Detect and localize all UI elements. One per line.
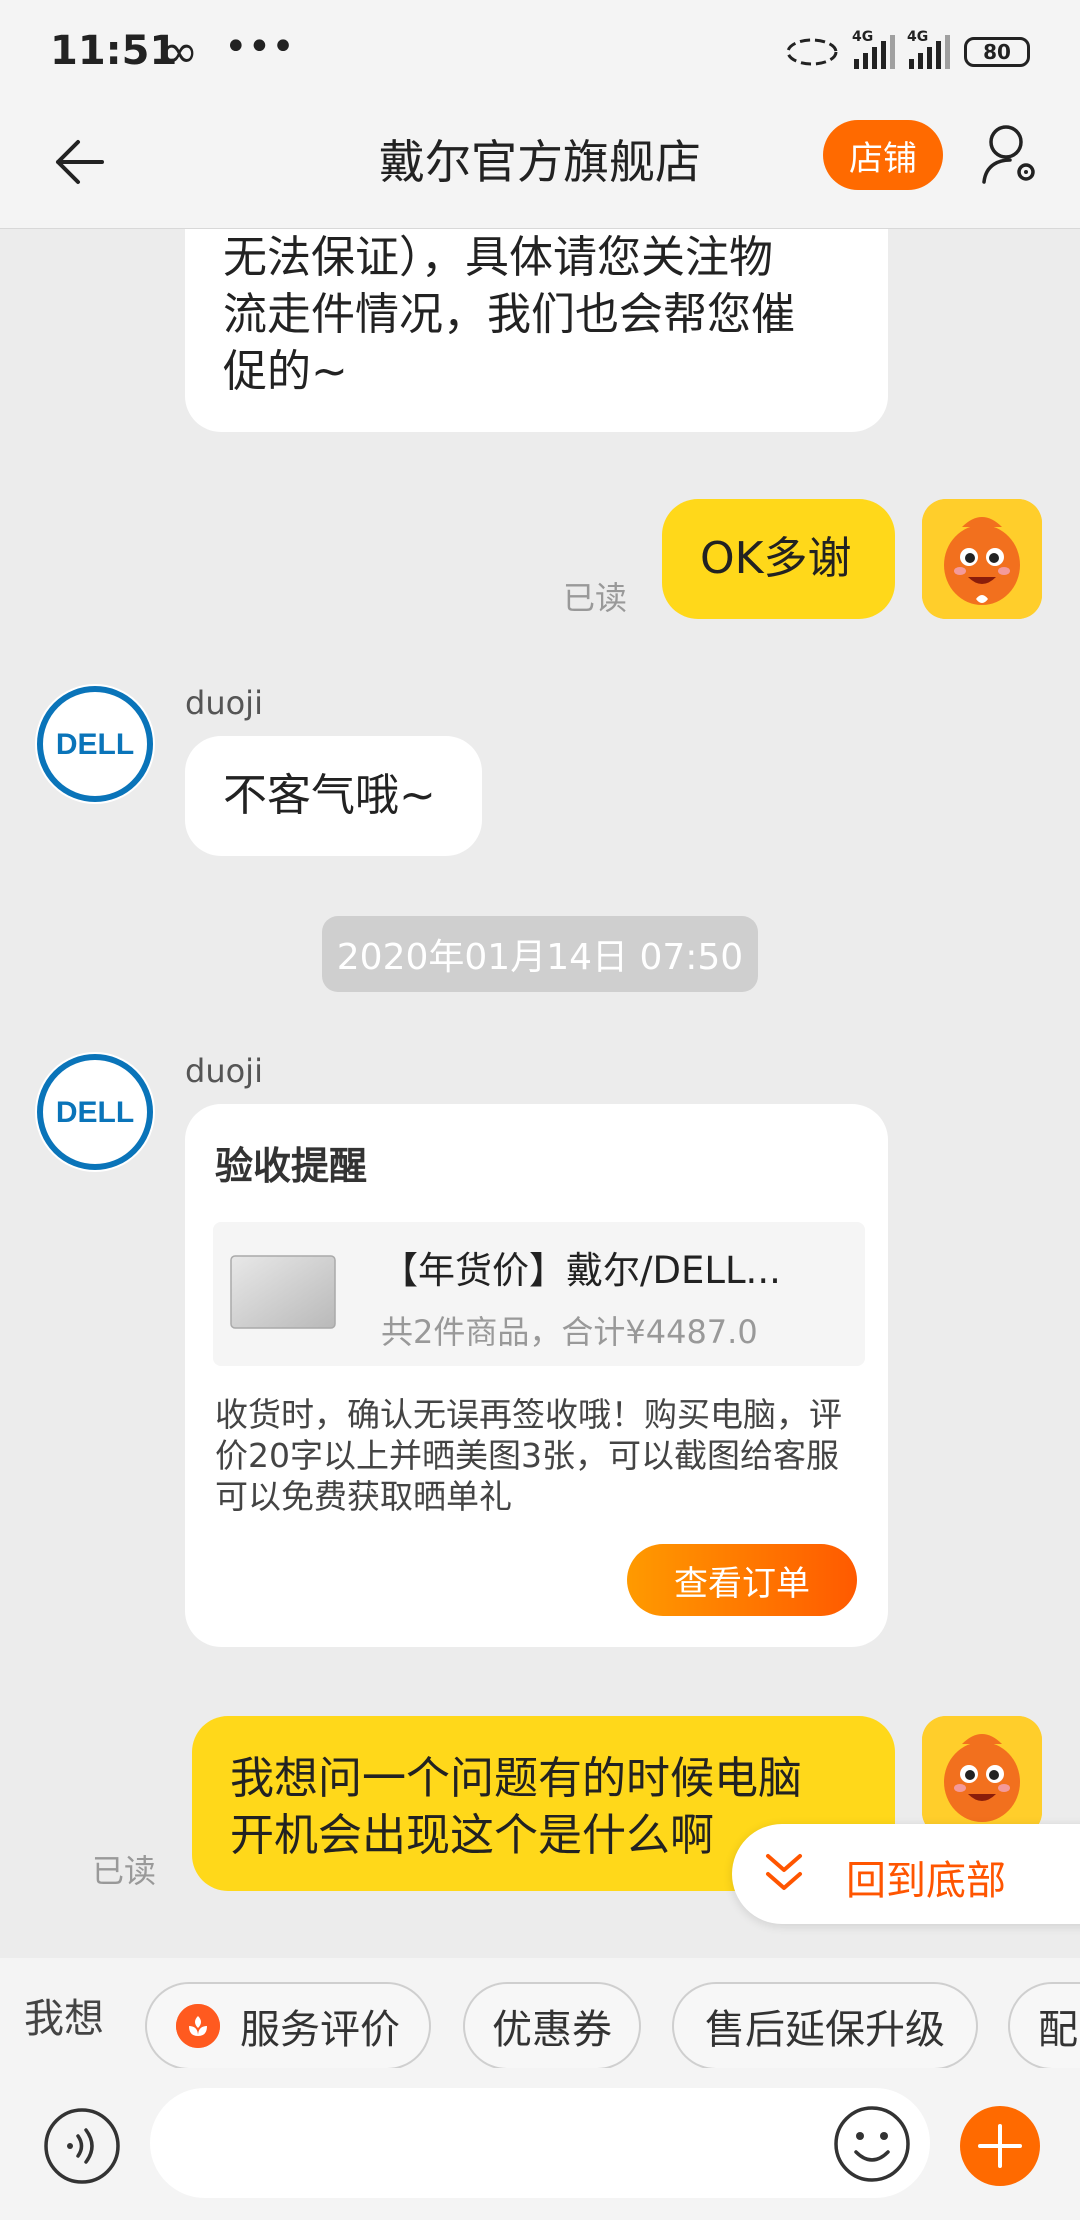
chip-more[interactable]: 配 — [1008, 1982, 1080, 2068]
message-text-line: 流走件情况，我们也会帮您催 — [223, 289, 795, 340]
message-bubble-shop: 不客气哦~ — [185, 736, 482, 856]
mascot-icon — [922, 499, 1042, 619]
quick-reply-bar: 我想 服务评价 优惠券 售后延保升级 配 — [0, 1958, 1080, 2068]
user-avatar[interactable] — [922, 499, 1042, 619]
product-row[interactable]: 【年货价】戴尔/DELL... 共2件商品，合计¥4487.0 — [213, 1222, 865, 1366]
message-bubble-shop: 无法保证），具体请您关注物 流走件情况，我们也会帮您催 促的~ — [185, 229, 888, 432]
back-to-bottom-button[interactable]: 回到底部 — [732, 1824, 1080, 1924]
more-notifications-icon: ••• — [224, 24, 295, 70]
back-arrow-icon[interactable] — [50, 132, 110, 192]
status-icons: 4G 4G 80 — [784, 29, 1030, 74]
double-chevron-down-icon — [766, 1854, 802, 1890]
network-type-2: 4G — [907, 29, 929, 45]
signal-icon-1: 4G — [852, 29, 895, 69]
status-time: 11:51 — [50, 28, 178, 74]
card-title: 验收提醒 — [215, 1144, 368, 1188]
battery-icon: 80 — [964, 37, 1030, 67]
plus-button[interactable] — [960, 2106, 1040, 2186]
read-receipt: 已读 — [563, 579, 628, 617]
product-name: 【年货价】戴尔/DELL... — [381, 1249, 781, 1292]
flower-icon — [176, 2004, 220, 2048]
shop-button[interactable]: 店铺 — [823, 120, 943, 190]
read-receipt: 已读 — [92, 1852, 157, 1890]
status-bar: 11:51 ∞ ••• 4G 4G 80 — [0, 0, 1080, 110]
shop-avatar[interactable]: DELL — [35, 684, 155, 804]
message-text-line: 促的~ — [223, 346, 348, 397]
signal-icon-2: 4G — [907, 29, 950, 69]
chip-label: 配 — [1038, 2007, 1078, 2053]
chip-label: 优惠券 — [492, 2007, 612, 2053]
user-settings-icon[interactable] — [980, 122, 1040, 188]
chat-area[interactable]: 无法保证），具体请您关注物 流走件情况，我们也会帮您催 促的~ 已读 OK多谢 … — [0, 229, 1080, 1959]
chip-label: 售后延保升级 — [705, 2007, 945, 2053]
dell-logo-text: DELL — [56, 1096, 134, 1129]
message-text-line: 我想问一个问题有的时候电脑 — [230, 1753, 802, 1804]
chip-service-rating[interactable]: 服务评价 — [145, 1982, 431, 2068]
loop-icon: ∞ — [160, 24, 199, 78]
shop-avatar[interactable]: DELL — [35, 1052, 155, 1172]
quick-bar-label: 我想 — [24, 1996, 104, 2042]
dell-logo-text: DELL — [56, 728, 134, 761]
hotspot-icon — [786, 38, 838, 66]
mascot-icon — [922, 1716, 1042, 1836]
user-avatar[interactable] — [922, 1716, 1042, 1836]
back-to-bottom-label: 回到底部 — [846, 1858, 1006, 1904]
chip-label: 服务评价 — [240, 2007, 400, 2053]
sender-name: duoji — [185, 1052, 263, 1090]
view-order-button[interactable]: 查看订单 — [627, 1544, 857, 1616]
voice-icon[interactable] — [42, 2106, 122, 2186]
message-bubble-own: OK多谢 — [662, 499, 895, 619]
plus-icon — [978, 2124, 1022, 2168]
network-type-1: 4G — [852, 29, 874, 45]
message-text: 不客气哦~ — [223, 770, 436, 821]
product-summary: 共2件商品，合计¥4487.0 — [381, 1313, 758, 1351]
sender-name: duoji — [185, 684, 263, 722]
inspection-reminder-card: 验收提醒 【年货价】戴尔/DELL... 共2件商品，合计¥4487.0 收货时… — [185, 1104, 888, 1647]
dell-logo-icon: DELL — [37, 686, 153, 802]
emoji-icon[interactable] — [832, 2104, 912, 2184]
laptop-thumbnail — [230, 1255, 336, 1329]
chip-coupons[interactable]: 优惠券 — [463, 1982, 641, 2068]
input-bar — [0, 2068, 1080, 2220]
card-description: 收货时，确认无误再签收哦！购买电脑，评价20字以上并晒美图3张，可以截图给客服可… — [215, 1395, 842, 1516]
message-timestamp: 2020年01月14日 07:50 — [322, 916, 758, 992]
chip-after-sales-warranty[interactable]: 售后延保升级 — [672, 1982, 978, 2068]
message-input[interactable] — [150, 2088, 930, 2198]
message-text-line: 无法保证），具体请您关注物 — [223, 232, 773, 283]
message-text: OK多谢 — [700, 533, 852, 584]
dell-logo-icon: DELL — [37, 1054, 153, 1170]
chat-header: 戴尔官方旗舰店 店铺 — [0, 110, 1080, 229]
